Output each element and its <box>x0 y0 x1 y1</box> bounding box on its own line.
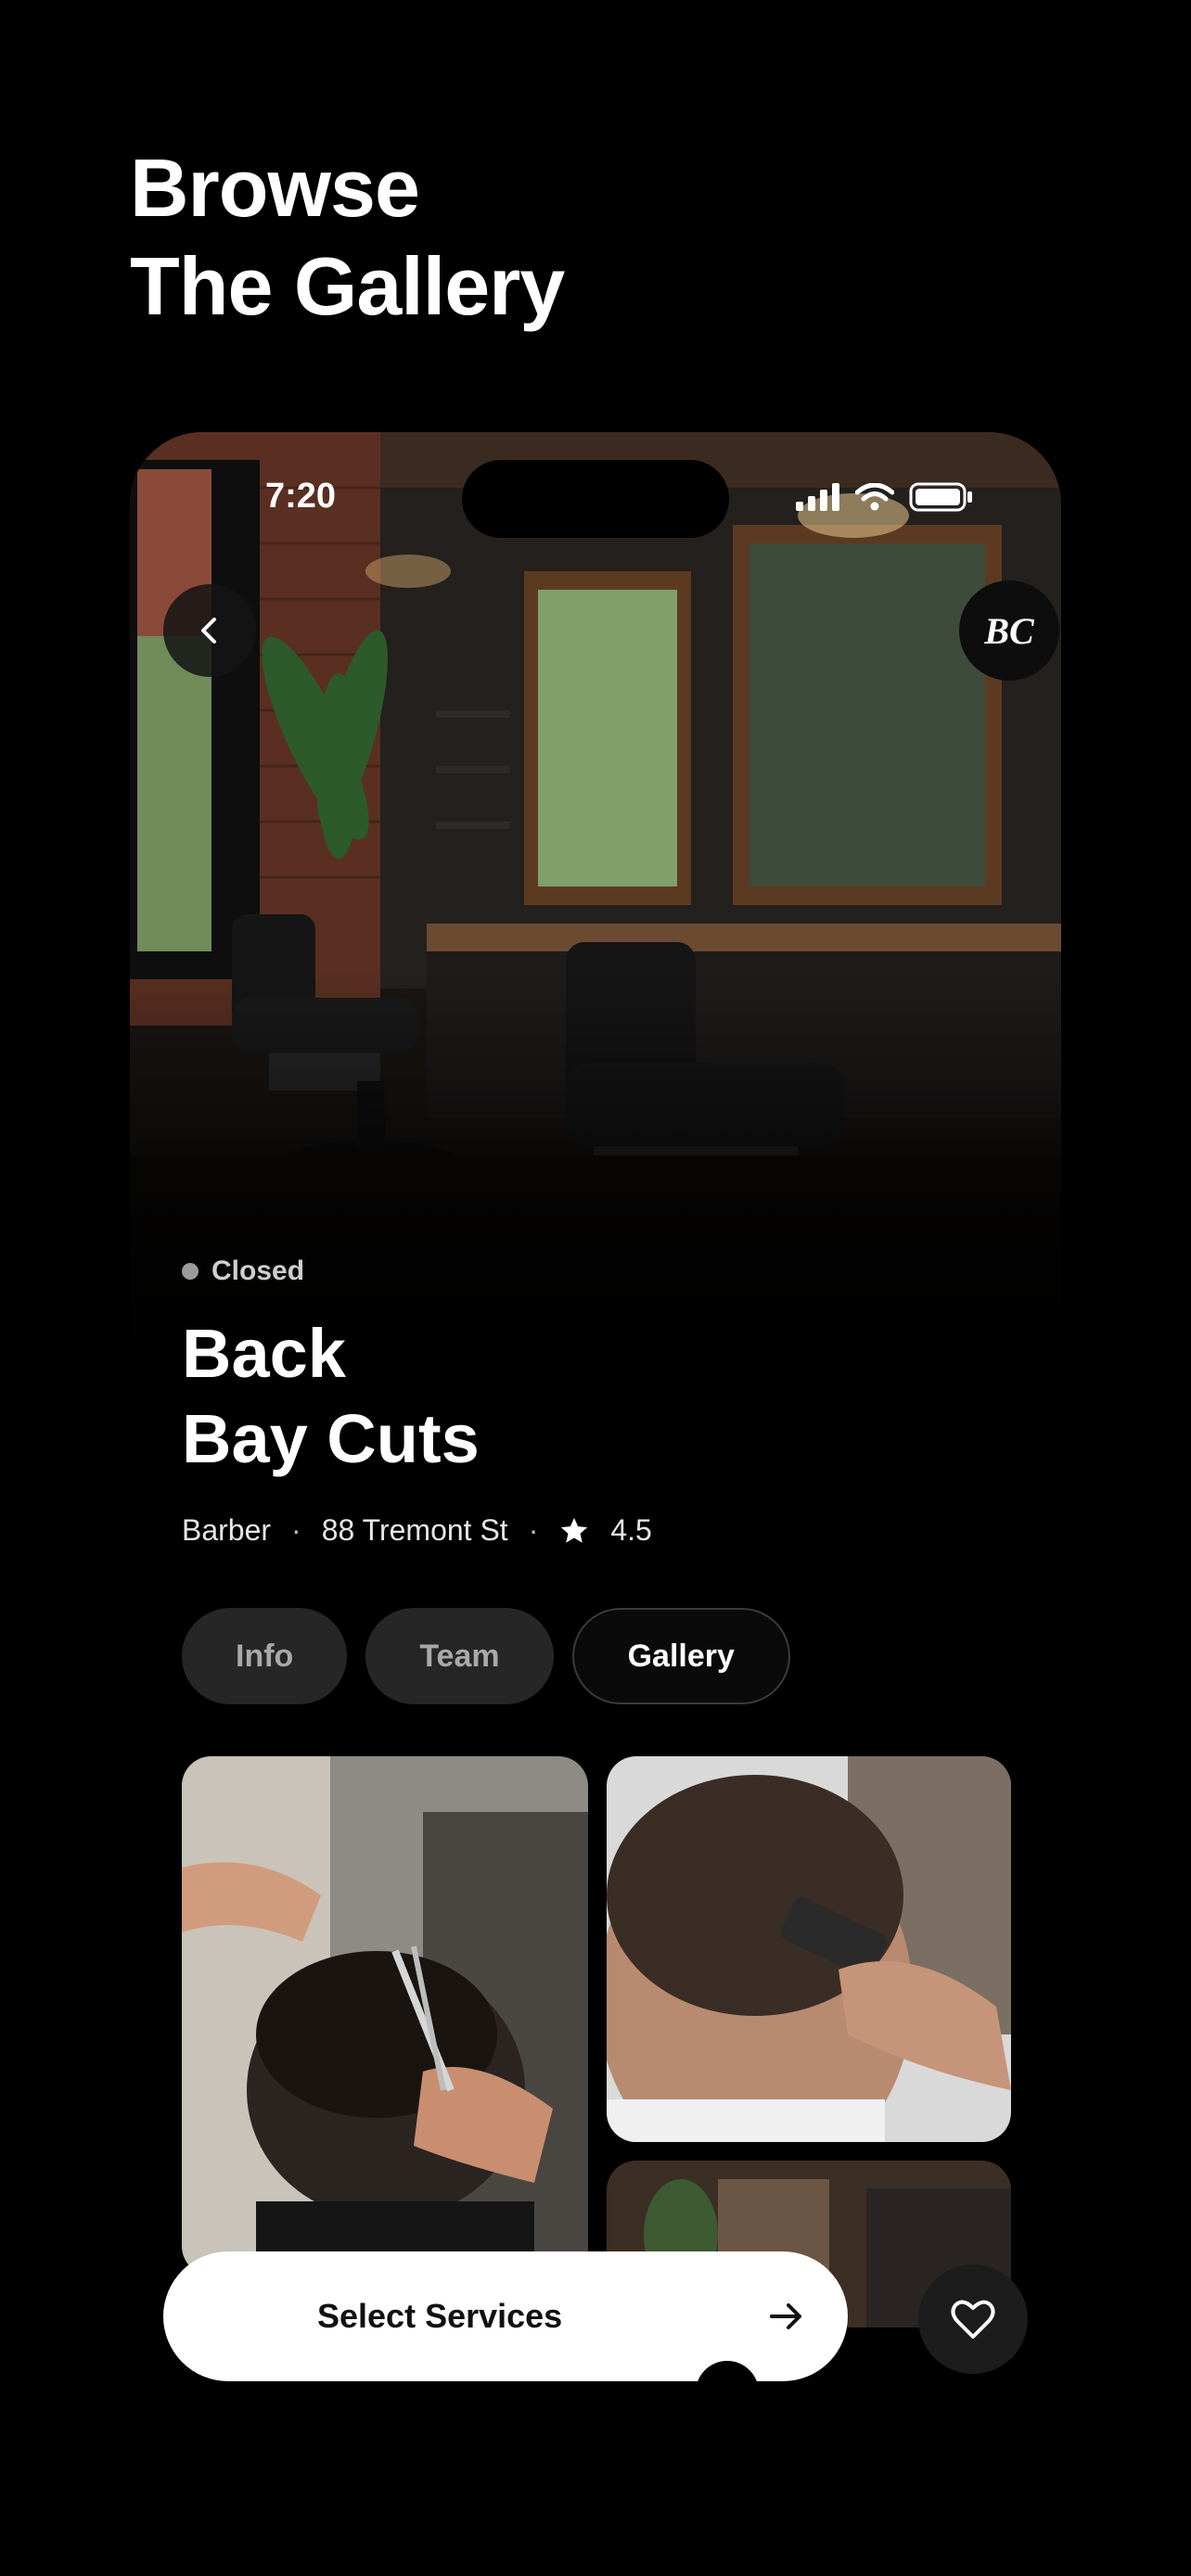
shop-category: Barber <box>182 1513 272 1547</box>
shop-logo: BC <box>959 580 1059 681</box>
status-icons <box>796 482 974 512</box>
cta-notch <box>696 2361 759 2398</box>
favorite-button[interactable] <box>918 2264 1028 2374</box>
tab-gallery[interactable]: Gallery <box>571 1608 790 1704</box>
gallery-image[interactable] <box>607 1756 1011 2142</box>
heart-icon <box>951 2300 995 2339</box>
dynamic-island <box>462 460 729 538</box>
phone-screen: 7:20 BC Closed Back Bay Cuts Barber · 88… <box>130 432 1061 2576</box>
clipper-fade-photo <box>607 1756 1011 2142</box>
star-icon <box>561 1517 588 1543</box>
tab-team[interactable]: Team <box>365 1608 554 1704</box>
arrow-right-icon <box>770 2303 801 2329</box>
status-time: 7:20 <box>265 477 337 516</box>
status-label: Closed <box>211 1256 305 1286</box>
meta-separator: · <box>528 1513 539 1547</box>
shop-rating: 4.5 <box>610 1513 652 1547</box>
select-services-button[interactable]: Select Services <box>163 2251 848 2398</box>
scissor-cut-photo <box>182 1756 588 2276</box>
shop-name-line1: Back <box>182 1315 346 1392</box>
page-title-line1: Browse <box>130 142 420 234</box>
page-title-line2: The Gallery <box>130 240 565 332</box>
select-services-label: Select Services <box>317 2297 563 2335</box>
hero-photo <box>130 432 1061 1359</box>
page-title: Browse The Gallery <box>130 139 565 336</box>
tab-bar: Info Team Gallery <box>182 1608 790 1704</box>
gallery-image[interactable] <box>182 1756 588 2276</box>
chevron-left-icon <box>201 618 216 644</box>
shop-address: 88 Tremont St <box>321 1513 508 1547</box>
battery-icon <box>909 482 972 512</box>
shop-name-line2: Bay Cuts <box>182 1400 480 1477</box>
shop-name: Back Bay Cuts <box>182 1311 480 1482</box>
shop-meta: Barber · 88 Tremont St · 4.5 <box>182 1513 652 1548</box>
status-dot <box>182 1263 198 1280</box>
meta-separator: · <box>291 1513 301 1547</box>
signal-icon <box>796 483 839 511</box>
back-button[interactable] <box>163 584 256 677</box>
tab-info[interactable]: Info <box>182 1608 348 1704</box>
status-badge: Closed <box>182 1256 304 1287</box>
wifi-icon <box>855 483 894 511</box>
hero-gradient-overlay <box>130 970 1061 1359</box>
